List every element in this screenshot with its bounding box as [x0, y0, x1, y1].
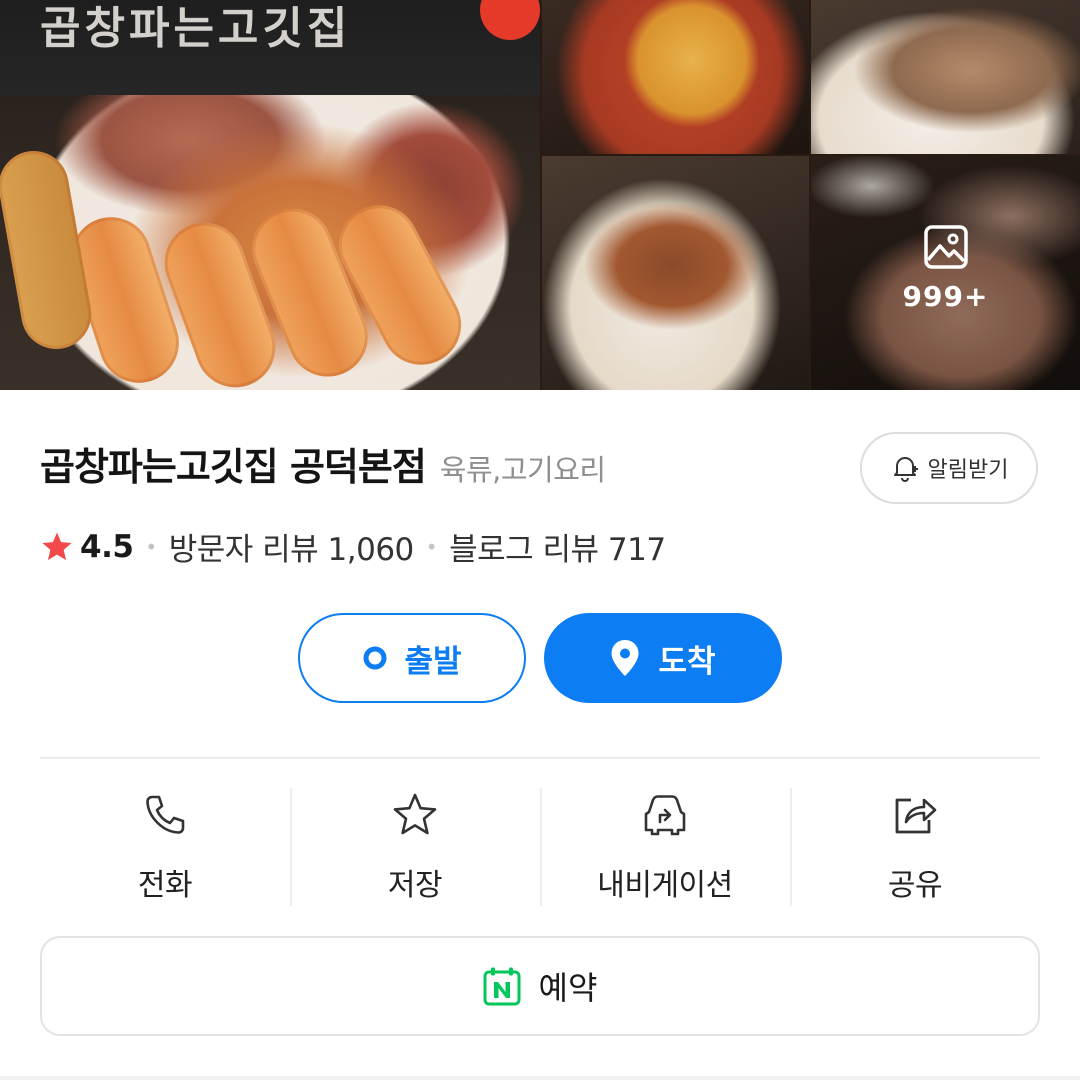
reservation-label: 예약: [538, 969, 598, 1007]
car-navigation-icon: [644, 795, 686, 836]
call-label: 전화: [137, 868, 193, 903]
share-label: 공유: [887, 868, 943, 903]
more-photos-overlay[interactable]: 999+: [811, 224, 1080, 313]
subscribe-alert-button[interactable]: 알림받기: [860, 432, 1038, 504]
call-button[interactable]: 전화: [40, 788, 290, 906]
main-photo[interactable]: 곱창파는고깃집: [0, 0, 540, 390]
map-pin-icon: [611, 640, 639, 676]
action-bar: 전화 저장 내비게이션 공유: [40, 788, 1040, 906]
save-label: 저장: [387, 868, 443, 903]
photo-sign-badge: [480, 0, 540, 40]
share-icon: [895, 798, 937, 834]
place-header: 곱창파는고깃집 공덕본점 육류,고기요리: [40, 436, 606, 491]
photo-thumbnail[interactable]: [542, 0, 809, 154]
photo-more-thumbnail[interactable]: 999+: [811, 156, 1080, 390]
arrive-label: 도착: [658, 643, 716, 680]
separator-dot: •: [425, 534, 438, 559]
depart-button[interactable]: 출발: [298, 613, 526, 703]
depart-label: 출발: [404, 643, 462, 680]
separator-dot: •: [145, 534, 157, 559]
naver-calendar-icon: [483, 967, 521, 1006]
photo-thumbnail[interactable]: [811, 0, 1080, 154]
rating-score: 4.5: [80, 528, 134, 565]
share-button[interactable]: 공유: [790, 788, 1040, 906]
rating-summary: 4.5 • 방문자 리뷰 1,060 • 블로그 리뷰 717: [40, 524, 666, 569]
bell-plus-icon: [893, 457, 918, 482]
navigation-button[interactable]: 내비게이션: [540, 788, 790, 906]
photo-sign-text: 곱창파는고깃집: [40, 3, 352, 54]
blog-review-link[interactable]: 블로그 리뷰 717: [449, 524, 666, 569]
photo-sign-backdrop: 곱창파는고깃집: [0, 0, 540, 95]
subscribe-alert-label: 알림받기: [927, 458, 1009, 483]
visitor-review-link[interactable]: 방문자 리뷰 1,060: [169, 524, 415, 569]
place-category: 육류,고기요리: [439, 453, 606, 487]
star-icon: [42, 532, 72, 560]
place-name: 곱창파는고깃집 공덕본점: [40, 445, 427, 489]
location-dot-icon: [363, 646, 387, 670]
arrive-button[interactable]: 도착: [544, 613, 782, 703]
photo-gallery[interactable]: 곱창파는고깃집 999+: [0, 0, 1080, 390]
more-photos-count: 999+: [902, 280, 989, 313]
section-divider: [40, 757, 1040, 759]
save-button[interactable]: 저장: [290, 788, 540, 906]
star-outline-icon: [393, 793, 437, 835]
reservation-button[interactable]: 예약: [40, 936, 1040, 1036]
bottom-section-divider: [0, 1076, 1080, 1080]
phone-icon: [146, 795, 185, 834]
navigation-label: 내비게이션: [597, 868, 733, 903]
image-icon: [923, 225, 968, 269]
photo-thumbnail[interactable]: [542, 156, 809, 390]
